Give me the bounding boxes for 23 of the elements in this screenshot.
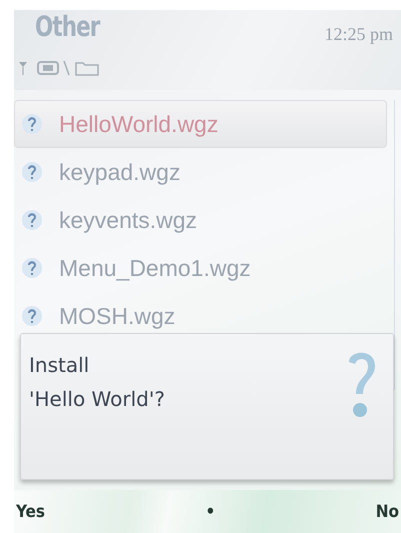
yes-softkey[interactable]: Yes (14, 502, 47, 522)
question-icon (21, 257, 43, 279)
question-icon (21, 161, 43, 183)
no-softkey[interactable]: No (374, 502, 401, 522)
middle-softkey[interactable]: • (203, 502, 218, 522)
file-name: Menu_Demo1.wgz (59, 254, 251, 282)
file-item[interactable]: Menu_Demo1.wgz (14, 244, 387, 292)
clock-time: 12:25 pm (324, 23, 393, 46)
dialog-text: Install (29, 352, 90, 379)
file-name: MOSH.wgz (59, 302, 176, 330)
question-icon (21, 113, 43, 135)
dialog-text: 'Hello World'? (29, 386, 165, 413)
question-icon (21, 209, 43, 231)
signal-antenna-icon (18, 60, 28, 74)
screen-title: Other (34, 10, 102, 45)
file-item[interactable]: keyvents.wgz (14, 196, 387, 244)
file-name: keypad.wgz (59, 158, 180, 186)
file-item[interactable]: MOSH.wgz (14, 292, 387, 340)
file-item[interactable]: HelloWorld.wgz (14, 100, 387, 148)
file-item[interactable]: keypad.wgz (14, 148, 387, 196)
file-name: keyvents.wgz (59, 206, 198, 234)
file-name: HelloWorld.wgz (59, 110, 218, 138)
question-icon (21, 305, 43, 327)
